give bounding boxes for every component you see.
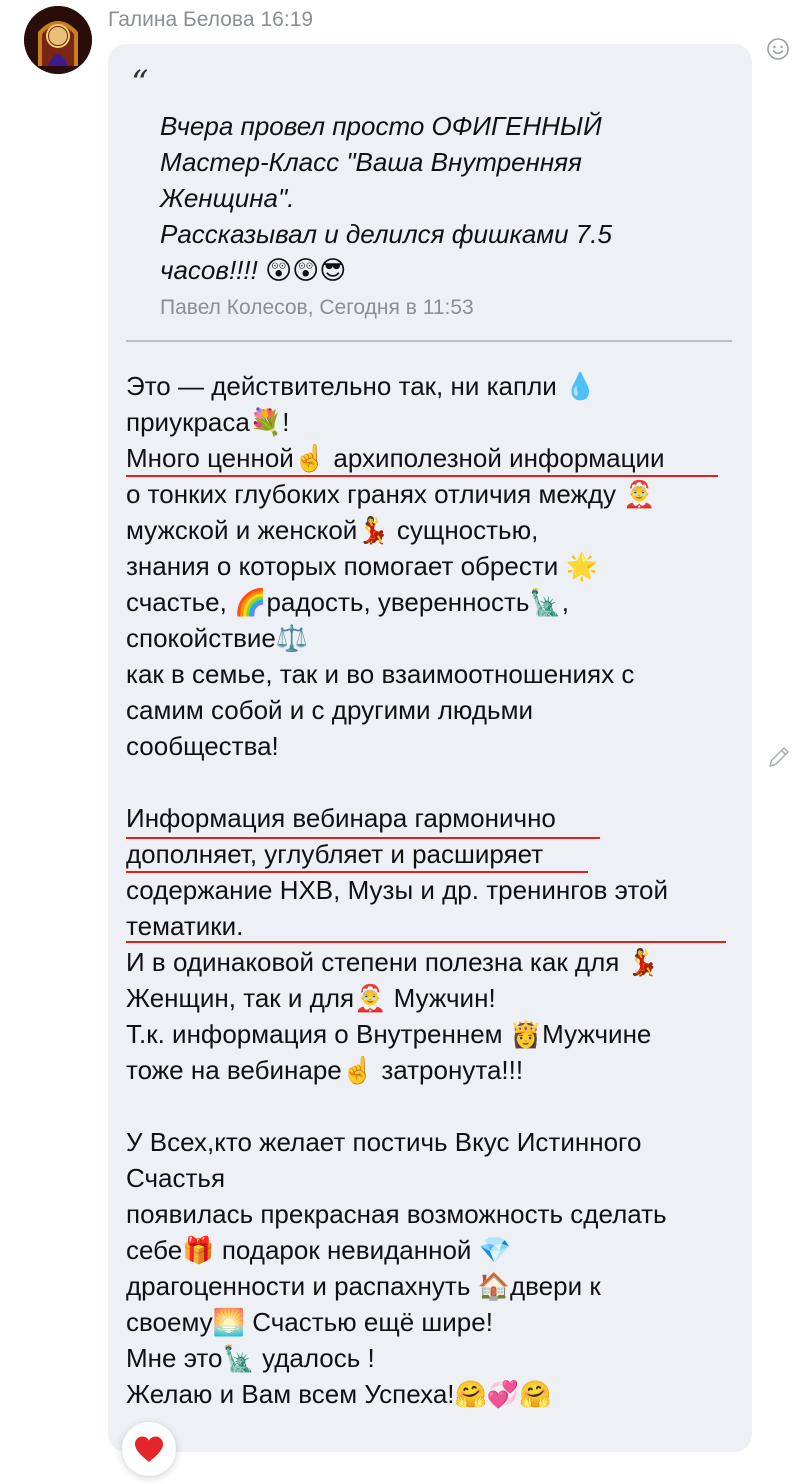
quote-line: Вчера провел просто ОФИГЕННЫЙ (160, 111, 602, 141)
highlight-underline (126, 837, 600, 839)
avatar[interactable] (24, 6, 92, 74)
message-line: Информация вебинара гармонично (126, 803, 556, 833)
avatar-image (24, 6, 92, 74)
message-line: мужской и женской💃 сущностью, (126, 515, 539, 545)
message-line: приукраса💐! (126, 407, 290, 437)
quote-mark: “ (131, 63, 149, 103)
pencil-icon[interactable] (766, 744, 792, 770)
message-line: самим собой и с другими людьми (126, 695, 533, 725)
highlight-underline (126, 871, 588, 873)
message-line: своему🌅 Счастью ещё шире! (126, 1307, 493, 1337)
message-line: У Всех,кто желает постичь Вкус Истинного (126, 1127, 642, 1157)
quote-line: Женщина". (160, 183, 295, 213)
message-line: сообщества! (126, 731, 279, 761)
quoted-message: Вчера провел просто ОФИГЕННЫЙ Мастер-Кла… (160, 108, 720, 288)
message-line: тематики. (126, 911, 244, 941)
message-line: Много ценной☝️ архиполезной информации (126, 443, 665, 473)
quote-author[interactable]: Павел Колесов, Сегодня в 11:53 (160, 296, 474, 320)
message-line: Счастья (126, 1163, 226, 1193)
message-line: содержание НХВ, Музы и др. тренингов это… (126, 875, 668, 905)
message-line: драгоценности и распахнуть 🏠двери к (126, 1271, 601, 1301)
highlight-underline (126, 941, 726, 943)
message-line: как в семье, так и во взаимоотношениях с (126, 659, 635, 689)
message-line: Женщин, так и для🤶 Мужчин! (126, 983, 496, 1013)
message-line: счастье, 🌈радость, уверенность🗽, (126, 587, 570, 617)
quote-line: Рассказывал и делился фишками 7.5 (160, 219, 612, 249)
message-line: тоже на вебинаре☝️ затронута!!! (126, 1055, 524, 1085)
message-line: знания о которых помогает обрести 🌟 (126, 551, 598, 581)
message-header: Галина Белова 16:19 (108, 6, 313, 34)
like-button[interactable] (122, 1422, 176, 1476)
quote-divider (126, 340, 732, 342)
author-name[interactable]: Галина Белова (108, 8, 255, 32)
message-line: себе🎁 подарок невиданной 💎 (126, 1235, 512, 1265)
message-line: спокойствие⚖️ (126, 623, 309, 653)
message-line: Т.к. информация о Внутреннем 👸Мужчине (126, 1019, 652, 1049)
message-line: И в одинаковой степени полезна как для 💃 (126, 947, 659, 977)
smile-icon[interactable] (766, 37, 790, 61)
message-time: 16:19 (260, 8, 314, 31)
chat-message: Галина Белова 16:19 “ Вчера провел прост… (0, 0, 800, 1484)
quote-line: Мастер-Класс "Ваша Внутренняя (160, 147, 582, 177)
message-line: дополняет, углубляет и расширяет (126, 839, 544, 869)
message-line: появилась прекрасная возможность сделать (126, 1199, 667, 1229)
highlight-underline (126, 475, 718, 477)
message-line: Желаю и Вам всем Успеха!🤗💞🤗 (126, 1379, 552, 1409)
heart-icon (135, 1436, 163, 1462)
quote-line: часов!!!! 😲😲😎 (160, 255, 347, 285)
message-text: Это — действительно так, ни капли 💧 приу… (126, 368, 741, 1412)
message-line: Мне это🗽 удалось ! (126, 1343, 375, 1373)
message-line: Это — действительно так, ни капли 💧 (126, 371, 597, 401)
message-line: о тонких глубоких гранях отличия между 🤶 (126, 479, 656, 509)
